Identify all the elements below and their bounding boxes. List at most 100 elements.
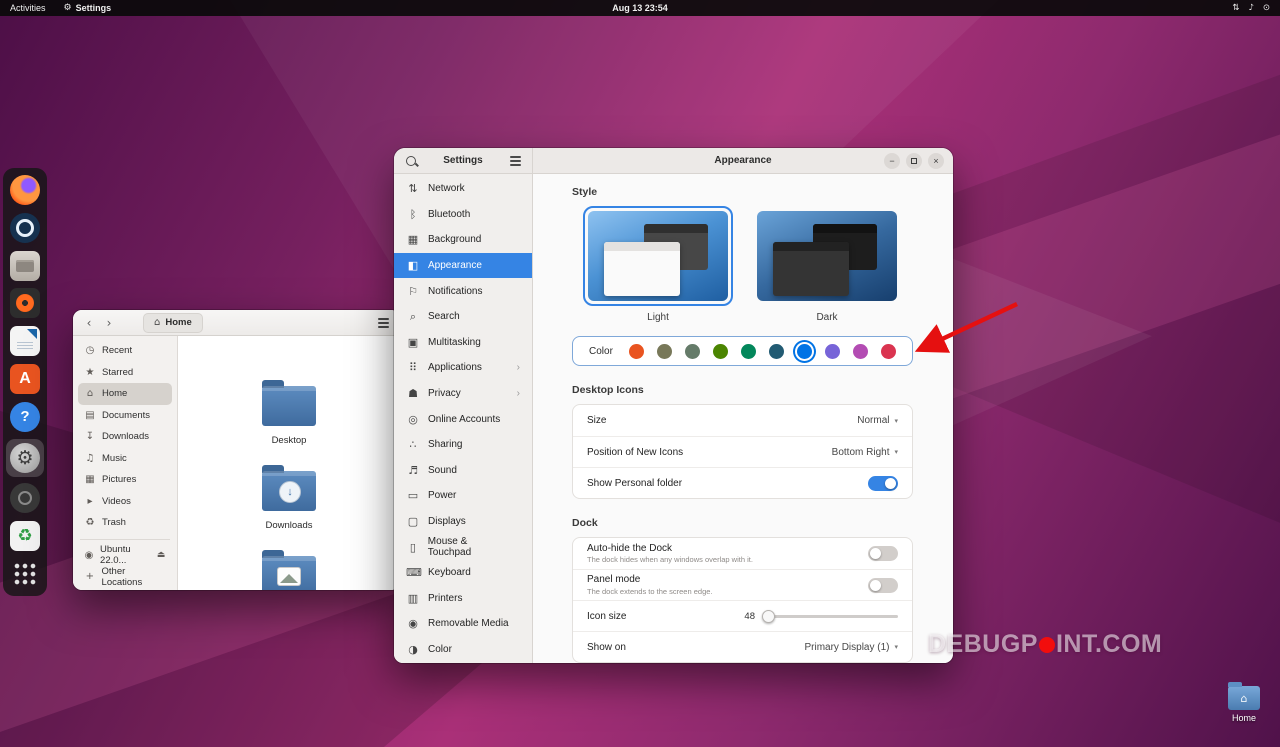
- files-menu-button[interactable]: [374, 314, 392, 332]
- accent-color-swatch[interactable]: [741, 343, 756, 359]
- color-icon: ◑: [408, 642, 418, 656]
- files-sidebar-item[interactable]: ◷ Recent: [78, 340, 172, 362]
- show-on-dropdown[interactable]: Primary Display (1) ▾: [804, 642, 898, 653]
- panel-mode-toggle[interactable]: [868, 577, 898, 593]
- sharing-icon: ∴: [409, 438, 417, 452]
- dock-show-applications-icon[interactable]: [9, 558, 41, 590]
- folder-tile[interactable]: Desktop: [239, 376, 339, 446]
- accent-color-swatch[interactable]: [713, 343, 728, 359]
- back-button[interactable]: ‹: [81, 315, 97, 331]
- files-sidebar-item[interactable]: ♫ Music: [78, 448, 172, 470]
- settings-search-button[interactable]: [402, 152, 420, 170]
- power-icon[interactable]: ⊙: [1263, 3, 1270, 13]
- dock-libreoffice-icon[interactable]: [9, 325, 41, 357]
- autohide-dock-toggle[interactable]: [868, 546, 898, 561]
- settings-sidebar-item[interactable]: ◧ Appearance: [394, 252, 532, 279]
- settings-sidebar-item[interactable]: ⇅ Network: [394, 176, 532, 202]
- settings-sidebar-item[interactable]: ᛒ Bluetooth: [394, 202, 532, 228]
- icon-size-value: 48: [744, 610, 755, 622]
- settings-sidebar-item[interactable]: ▣ Multitasking: [394, 330, 532, 356]
- settings-sidebar-item[interactable]: ▭ Power: [394, 483, 532, 509]
- network-icon: ⇅: [408, 182, 418, 196]
- appearance-panel: Style Light Dark Color Desktop Icons Siz…: [533, 174, 953, 663]
- settings-sidebar-item[interactable]: ▯ Mouse & Touchpad: [394, 534, 532, 560]
- settings-sidebar-item[interactable]: ▦ Background: [394, 227, 532, 253]
- settings-sidebar-item[interactable]: ☗ Privacy ›: [394, 381, 532, 407]
- icon-size-slider[interactable]: [768, 614, 898, 618]
- volume-icon[interactable]: ♪: [1248, 3, 1253, 13]
- settings-sidebar-item[interactable]: ◑ Color: [394, 637, 532, 663]
- settings-sidebar-item[interactable]: ⠿ Applications ›: [394, 355, 532, 381]
- settings-sidebar-item[interactable]: ♬ Sound: [394, 458, 532, 484]
- accent-color-swatch[interactable]: [797, 343, 812, 359]
- files-sidebar-item[interactable]: ♻ Trash: [78, 512, 172, 534]
- activities-button[interactable]: Activities: [10, 3, 46, 13]
- accent-color-swatch[interactable]: [657, 343, 672, 359]
- settings-sidebar-item[interactable]: ⌨ Keyboard: [394, 560, 532, 586]
- mouse-icon: ▯: [409, 540, 416, 554]
- bluetooth-icon: ᛒ: [409, 207, 417, 221]
- accent-color-swatch[interactable]: [881, 343, 896, 359]
- style-option-dark[interactable]: [752, 206, 902, 306]
- system-tray[interactable]: ⇅ ♪ ⊙: [1232, 3, 1280, 13]
- dock-software-store-icon[interactable]: [9, 363, 41, 395]
- accent-color-swatch[interactable]: [769, 343, 784, 359]
- settings-sidebar-item[interactable]: ◉ Removable Media: [394, 611, 532, 637]
- eject-icon[interactable]: ⏏: [156, 550, 166, 560]
- style-option-light[interactable]: [583, 206, 733, 306]
- settings-sidebar-item[interactable]: ▥ Printers: [394, 586, 532, 612]
- accent-color-swatch[interactable]: [685, 343, 700, 359]
- watermark: DEBUGP INT.COM: [928, 630, 1163, 658]
- files-sidebar-item[interactable]: ▸ Videos: [78, 491, 172, 513]
- personal-folder-row: Show Personal folder: [573, 467, 912, 498]
- settings-sidebar-item[interactable]: ⚐ Notifications: [394, 278, 532, 304]
- dock-recycler-icon[interactable]: [9, 520, 41, 552]
- settings-sidebar-item[interactable]: ∴ Sharing: [394, 432, 532, 458]
- files-sidebar-other-locations[interactable]: + Other Locations: [78, 566, 172, 588]
- accent-color-swatch[interactable]: [629, 343, 644, 359]
- show-personal-folder-toggle[interactable]: [868, 475, 898, 491]
- files-sidebar: ◷ Recent ★ Starred ⌂ Home ▤ Documents ↧ …: [73, 336, 178, 590]
- forward-button[interactable]: ›: [101, 315, 117, 331]
- settings-sidebar-item[interactable]: ⌕ Search: [394, 304, 532, 330]
- files-sidebar-item[interactable]: ↧ Downloads: [78, 426, 172, 448]
- dock-card: Auto-hide the Dock The dock hides when a…: [572, 537, 913, 663]
- files-sidebar-item[interactable]: ★ Starred: [78, 362, 172, 384]
- dock-settings-icon[interactable]: [6, 438, 44, 477]
- dock-help-icon[interactable]: [9, 401, 41, 433]
- minimize-button[interactable]: −: [884, 152, 900, 169]
- settings-sidebar-item[interactable]: ▢ Displays: [394, 509, 532, 535]
- files-sidebar-item[interactable]: ▤ Documents: [78, 405, 172, 427]
- desktop-home-icon[interactable]: ⌂ Home: [1222, 682, 1266, 723]
- close-button[interactable]: ×: [928, 152, 944, 169]
- indicator-icon[interactable]: ⇅: [1232, 3, 1239, 13]
- accent-color-swatch[interactable]: [825, 343, 840, 359]
- dock-files-icon[interactable]: [9, 250, 41, 282]
- files-sidebar-drive[interactable]: ◉ Ubuntu 22.0... ⏏: [78, 544, 172, 566]
- background-icon: ▦: [407, 233, 419, 247]
- accent-color-swatch[interactable]: [853, 343, 868, 359]
- dock-firefox-icon[interactable]: [9, 174, 41, 206]
- size-dropdown[interactable]: Normal ▾: [857, 415, 898, 426]
- menu-icon: [509, 159, 521, 162]
- top-bar: Activities ⚙ Settings Aug 13 23:54 ⇅ ♪ ⊙: [0, 0, 1280, 16]
- maximize-button[interactable]: [906, 152, 922, 169]
- clock-button[interactable]: Aug 13 23:54: [612, 3, 668, 13]
- keyboard-icon: ⌨: [406, 566, 422, 580]
- accent-color-row: Color: [572, 336, 913, 366]
- downloads-icon: ↧: [85, 431, 95, 443]
- dock-media-player-icon[interactable]: [9, 287, 41, 319]
- folder-tile[interactable]: [239, 546, 339, 590]
- folder-icon: [262, 380, 316, 426]
- position-dropdown[interactable]: Bottom Right ▾: [832, 447, 898, 458]
- settings-menu-button[interactable]: [506, 152, 524, 170]
- dock-web-browser-icon[interactable]: [9, 212, 41, 244]
- files-sidebar-item[interactable]: ▦ Pictures: [78, 469, 172, 491]
- settings-sidebar-item[interactable]: ◎ Online Accounts: [394, 406, 532, 432]
- focused-app-menu[interactable]: ⚙ Settings: [64, 3, 112, 13]
- path-button[interactable]: ⌂ Home: [143, 312, 203, 333]
- files-sidebar-item[interactable]: ⌂ Home: [78, 383, 172, 405]
- back-icon: ‹: [86, 315, 92, 330]
- dock-utility-icon[interactable]: [9, 482, 41, 514]
- folder-tile[interactable]: Downloads: [239, 461, 339, 531]
